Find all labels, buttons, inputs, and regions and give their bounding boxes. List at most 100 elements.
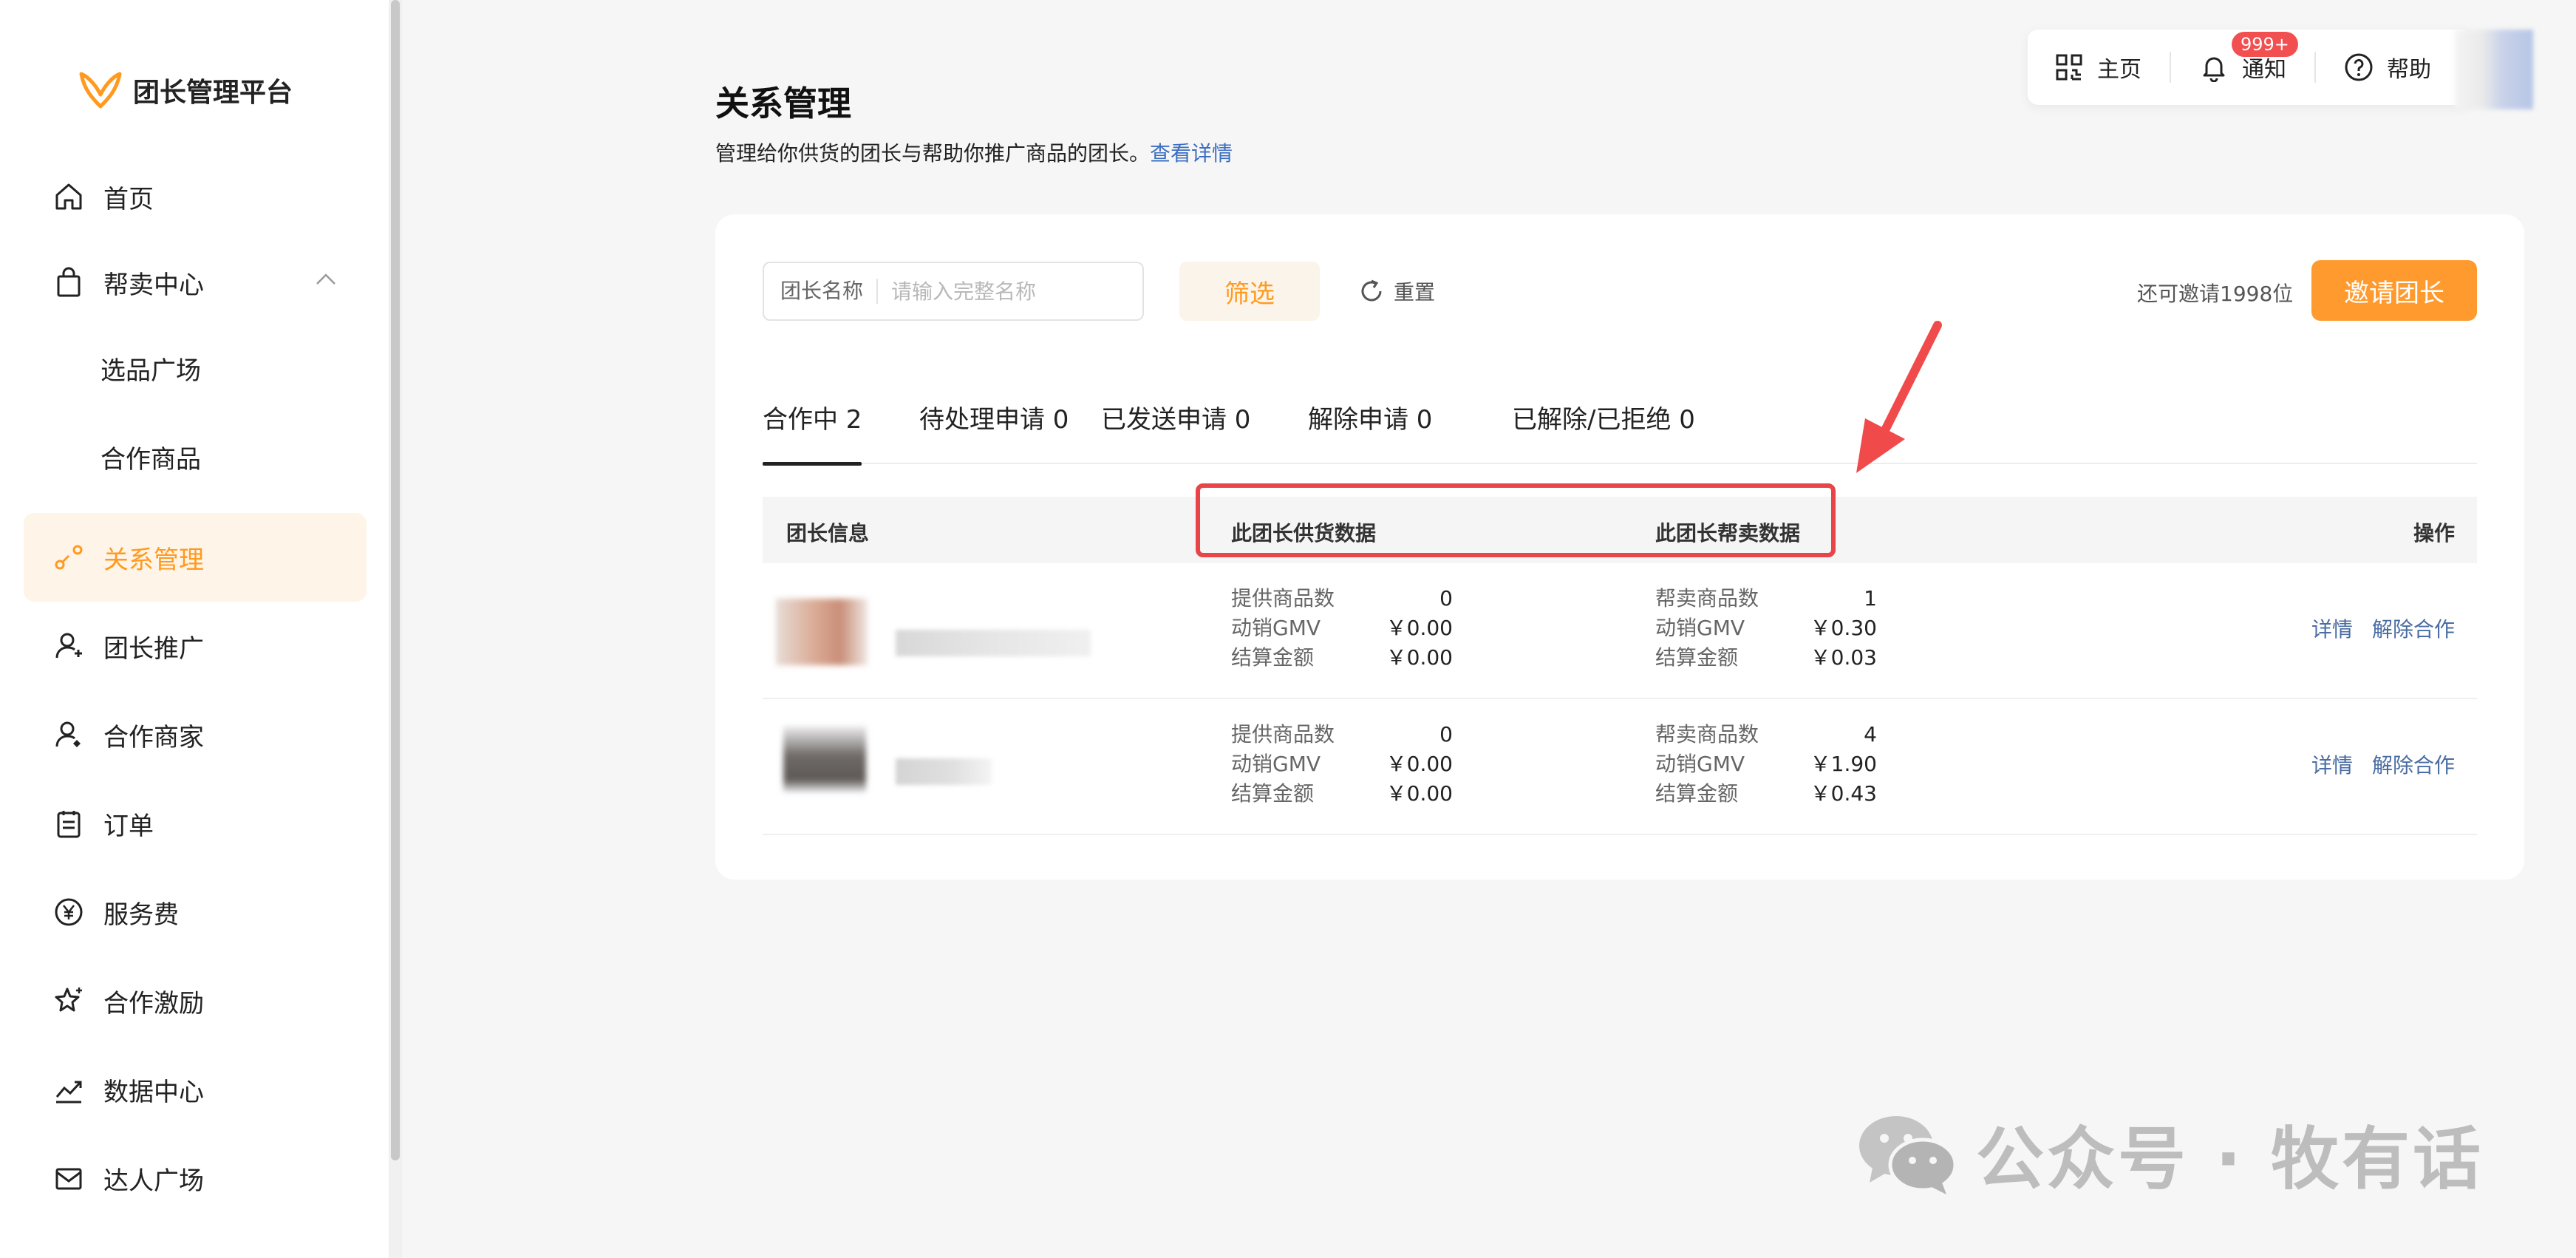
annotation-arrow-icon: [1856, 321, 1942, 473]
stat-label: 结算金额: [1231, 645, 1315, 670]
stat-value: ￥0.00: [1386, 781, 1453, 806]
tab-sent-applications[interactable]: 已发送申请 0: [1101, 383, 1250, 464]
sidebar-item-help-sell-center[interactable]: 帮卖中心: [24, 238, 367, 327]
sidebar-item-orders[interactable]: 订单: [24, 779, 367, 868]
trend-icon: [52, 1072, 86, 1106]
stat-label: 结算金额: [1655, 781, 1739, 806]
table-row: 提供商品数 0 动销GMV ￥0.00 结算金额 ￥0.00 帮卖商品数 4 动销GMV…: [763, 699, 2477, 835]
home-link[interactable]: 主页: [2054, 51, 2141, 84]
leader-name: [896, 630, 1091, 656]
notification-button[interactable]: 通知 999+: [2199, 32, 2298, 84]
tab-pending-applications[interactable]: 待处理申请 0: [919, 383, 1069, 464]
details-link[interactable]: 详情: [2311, 617, 2353, 642]
help-sell-stats: 帮卖商品数 1 动销GMV ￥0.30 结算金额 ￥0.03: [1655, 584, 1877, 673]
stat-value: ￥0.00: [1386, 645, 1453, 670]
sidebar-item-service-fee[interactable]: 服务费: [24, 868, 367, 956]
logo-icon: [79, 72, 122, 109]
sidebar-item-label: 服务费: [103, 900, 179, 930]
supply-stats: 提供商品数 0 动销GMV ￥0.00 结算金额 ￥0.00: [1231, 584, 1453, 673]
stat-label: 提供商品数: [1231, 722, 1335, 747]
sidebar-item-coop-merchants[interactable]: 合作商家: [24, 690, 367, 779]
search-label: 团长名称: [780, 279, 879, 304]
app-logo[interactable]: 团长管理平台: [77, 68, 293, 112]
view-details-link[interactable]: 查看详情: [1150, 141, 1233, 166]
leader-avatar: [776, 599, 868, 665]
details-link[interactable]: 详情: [2311, 753, 2353, 778]
sidebar-item-talent-plaza[interactable]: 达人广场: [24, 1134, 367, 1223]
stat-value: 4: [1864, 722, 1877, 747]
stat-label: 帮卖商品数: [1655, 586, 1759, 611]
sidebar-item-data-center[interactable]: 数据中心: [24, 1045, 367, 1134]
sidebar-scrollbar[interactable]: [389, 0, 402, 1258]
row-operations: 详情 解除合作: [2292, 613, 2455, 643]
bell-icon: [2203, 57, 2225, 82]
sidebar-item-relation-management[interactable]: 关系管理: [24, 513, 367, 602]
stat-label: 结算金额: [1655, 645, 1739, 670]
help-button[interactable]: 帮助: [2344, 51, 2431, 84]
terminate-cooperation-link[interactable]: 解除合作: [2372, 753, 2455, 778]
home-icon: [52, 180, 86, 214]
sidebar-item-label: 首页: [103, 184, 154, 214]
stat-value: 1: [1864, 586, 1877, 611]
invite-leader-button[interactable]: 邀请团长: [2311, 260, 2477, 321]
stat-value: ￥0.43: [1810, 781, 1877, 806]
reset-label: 重置: [1394, 280, 1436, 305]
tab-terminated-rejected[interactable]: 已解除/已拒绝 0: [1512, 383, 1695, 464]
sidebar-item-label: 合作商品: [100, 444, 201, 475]
leader-avatar: [783, 726, 866, 792]
sidebar-item-coop-incentives[interactable]: 合作激励: [24, 956, 367, 1045]
column-operations: 操作: [2413, 521, 2455, 545]
stat-value: 0: [1439, 586, 1453, 611]
refresh-icon: [1361, 279, 1382, 302]
sidebar-item-home[interactable]: 首页: [24, 152, 367, 241]
divider: [2314, 52, 2316, 83]
stat-label: 动销GMV: [1231, 616, 1321, 640]
leader-name: [896, 758, 992, 785]
chevron-up-icon[interactable]: [315, 272, 337, 287]
sidebar-item-label: 团长推广: [103, 633, 204, 664]
sidebar-item-label: 订单: [103, 811, 154, 841]
leader-name-input[interactable]: [891, 279, 1114, 304]
watermark-text: 公众号 · 牧有话: [1976, 1119, 2484, 1199]
filter-button[interactable]: 筛选: [1179, 262, 1320, 321]
stat-label: 动销GMV: [1655, 616, 1745, 640]
terminate-cooperation-link[interactable]: 解除合作: [2372, 617, 2455, 642]
reset-button[interactable]: 重置: [1357, 269, 1435, 313]
yen-icon: [52, 895, 86, 929]
stat-value: ￥0.00: [1386, 616, 1453, 640]
sidebar-item-coop-products[interactable]: 合作商品: [24, 412, 367, 501]
page-description: 管理给你供货的团长与帮助你推广商品的团长。查看详情: [715, 137, 1233, 167]
status-tabs: 合作中 2 待处理申请 0 已发送申请 0 解除申请 0 已解除/已拒绝 0: [763, 383, 2477, 466]
stat-label: 提供商品数: [1231, 586, 1335, 611]
sidebar-item-label: 合作商家: [103, 722, 204, 752]
stat-value: ￥0.03: [1810, 645, 1877, 670]
watermark: 公众号 · 牧有话: [1855, 1109, 2484, 1199]
sidebar-item-label: 帮卖中心: [103, 270, 204, 300]
wechat-icon: [1859, 1116, 1957, 1194]
sidebar-item-label: 选品广场: [100, 356, 201, 386]
leader-name-search: 团长名称: [763, 262, 1144, 321]
scrollbar-thumb[interactable]: [391, 0, 400, 1160]
clipboard-icon: [52, 806, 86, 840]
stat-label: 动销GMV: [1655, 752, 1745, 776]
tab-termination-requests[interactable]: 解除申请 0: [1308, 383, 1432, 464]
page-title: 关系管理: [715, 84, 851, 123]
help-circle-icon: [2345, 53, 2373, 81]
star-icon: [52, 984, 86, 1018]
user-avatar[interactable]: [2455, 30, 2533, 109]
help-sell-stats: 帮卖商品数 4 动销GMV ￥1.90 结算金额 ￥0.43: [1655, 720, 1877, 809]
help-label: 帮助: [2387, 57, 2431, 83]
sidebar-item-label: 数据中心: [103, 1077, 204, 1107]
row-operations: 详情 解除合作: [2292, 749, 2455, 779]
stat-value: 0: [1439, 722, 1453, 747]
home-label: 主页: [2097, 57, 2141, 83]
supply-stats: 提供商品数 0 动销GMV ￥0.00 结算金额 ￥0.00: [1231, 720, 1453, 809]
user-promote-icon: [52, 629, 86, 663]
relation-icon: [52, 540, 86, 574]
description-text: 管理给你供货的团长与帮助你推广商品的团长。: [715, 141, 1151, 166]
tab-cooperating[interactable]: 合作中 2: [763, 383, 862, 466]
stat-label: 帮卖商品数: [1655, 722, 1759, 747]
stat-label: 结算金额: [1231, 781, 1315, 806]
sidebar-item-product-plaza[interactable]: 选品广场: [24, 324, 367, 412]
sidebar-item-leader-promotion[interactable]: 团长推广: [24, 602, 367, 690]
